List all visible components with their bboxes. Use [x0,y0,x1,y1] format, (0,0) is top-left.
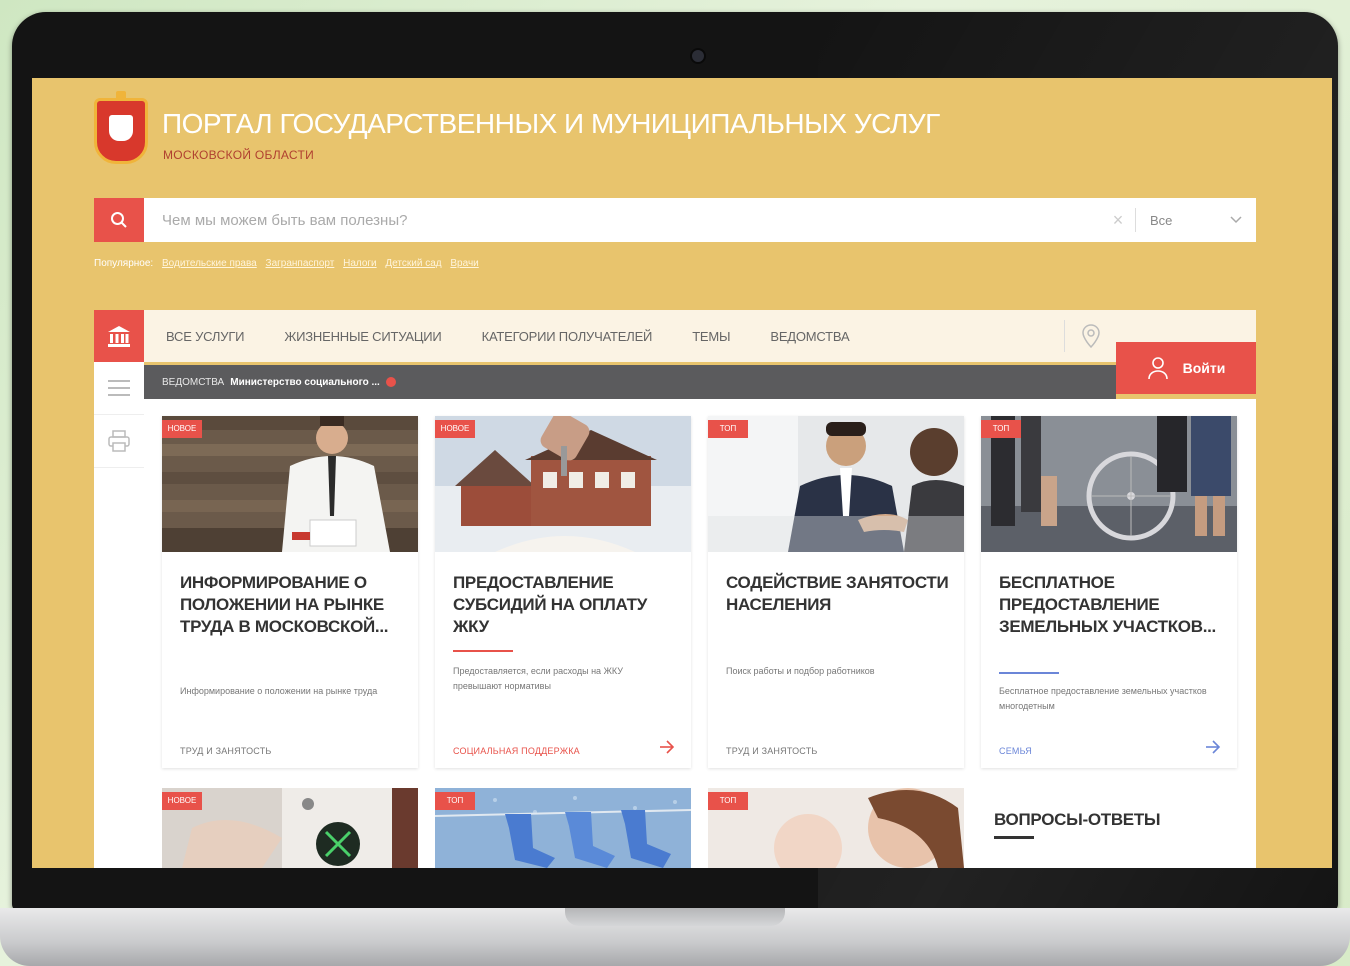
faq-underline [994,836,1034,839]
search-icon [111,212,127,228]
nav-topics[interactable]: ТЕМЫ [672,329,750,344]
card-title[interactable]: ПРЕДОСТАВЛЕНИЕ СУБСИДИЙ НА ОПЛАТУ ЖКУ [453,572,679,638]
home-button[interactable] [94,310,144,362]
card-tag: ТОП [981,420,1021,438]
card-category[interactable]: ТРУД И ЗАНЯТОСТЬ [180,746,272,756]
popular-label: Популярное: [94,258,154,269]
service-card[interactable]: НОВОЕ ИНФОРМИРОВАНИЕ О ПОЛОЖЕНИИ НА РЫНК… [162,416,418,768]
popular-link[interactable]: Детский сад [385,258,441,269]
card-description: Предоставляется, если расходы на ЖКУ пре… [453,666,623,691]
service-card[interactable]: НОВОЕ ПРЕДОСТАВЛЕНИЕ СУБСИДИЙ НА ОПЛАТУ … [435,416,691,768]
screen: ПОРТАЛ ГОСУДАРСТВЕННЫХ И МУНИЦИПАЛЬНЫХ У… [32,78,1332,868]
menu-button[interactable] [94,362,144,415]
site-subtitle: МОСКОВСКОЙ ОБЛАСТИ [163,148,315,162]
login-label: Войти [1182,360,1226,376]
search-bar: × Все [94,198,1256,242]
left-sidebar [94,362,144,868]
service-card[interactable]: ТОП СОДЕЙСТВИЕ ЗАНЯТОСТИ НАСЕЛЕНИЯ Поиск… [708,416,964,768]
service-card-partial[interactable]: НОВОЕ [162,788,418,868]
breadcrumb: ВЕДОМСТВА Министерство социального ... [144,365,1116,399]
coat-of-arms-logo[interactable] [94,91,148,164]
nav-departments[interactable]: ВЕДОМСТВА [750,329,869,344]
card-tag: НОВОЕ [435,420,475,438]
service-card-partial[interactable]: ТОП [435,788,691,868]
search-input[interactable] [144,198,1101,242]
popular-link[interactable]: Загранпаспорт [266,258,335,269]
nav-divider [1064,320,1065,352]
service-card[interactable]: ТОП БЕСПЛАТНОЕ ПРЕДОСТАВЛЕНИЕ ЗЕМЕЛЬНЫХ … [981,416,1237,768]
popular-link[interactable]: Налоги [343,258,377,269]
nav-all-services[interactable]: ВСЕ УСЛУГИ [144,329,264,344]
popular-link[interactable]: Врачи [450,258,478,269]
card-accent-line [999,672,1059,674]
laptop-notch [565,908,785,926]
nav-life-situations[interactable]: ЖИЗНЕННЫЕ СИТУАЦИИ [264,329,461,344]
card-description: Бесплатное предоставление земельных учас… [999,686,1207,711]
breadcrumb-current: Министерство социального ... [230,376,380,388]
arrow-right-icon[interactable] [659,740,675,754]
card-description: Поиск работы и подбор работников [726,666,875,676]
search-scope-value: Все [1150,212,1173,228]
site-title[interactable]: ПОРТАЛ ГОСУДАРСТВЕННЫХ И МУНИЦИПАЛЬНЫХ У… [162,108,940,140]
user-icon [1147,357,1168,380]
chevron-down-icon [1230,216,1242,224]
card-image-house-with-keys: НОВОЕ [435,416,691,552]
search-scope-select[interactable]: Все [1136,198,1256,242]
printer-button[interactable] [94,415,144,468]
card-image-man-with-papers: НОВОЕ [162,416,418,552]
card-tag: ТОП [708,792,748,810]
card-title[interactable]: БЕСПЛАТНОЕ ПРЕДОСТАВЛЕНИЕ ЗЕМЕЛЬНЫХ УЧАС… [999,572,1225,638]
card-title[interactable]: ИНФОРМИРОВАНИЕ О ПОЛОЖЕНИИ НА РЫНКЕ ТРУД… [180,572,406,638]
card-title[interactable]: СОДЕЙСТВИЕ ЗАНЯТОСТИ НАСЕЛЕНИЯ [726,572,952,616]
card-tag: НОВОЕ [162,792,202,810]
card-image-wheelchair: ТОП [981,416,1237,552]
building-icon [108,326,130,347]
card-accent-line [453,650,513,652]
location-pin-icon[interactable] [1082,324,1100,348]
main-nav: ВСЕ УСЛУГИ ЖИЗНЕННЫЕ СИТУАЦИИ КАТЕГОРИИ … [144,310,1256,362]
card-category[interactable]: СЕМЬЯ [999,746,1032,756]
search-button[interactable] [94,198,144,242]
card-category[interactable]: СОЦИАЛЬНАЯ ПОДДЕРЖКА [453,746,580,756]
card-tag: ТОП [708,420,748,438]
popular-link[interactable]: Водительские права [162,258,257,269]
card-description: Информирование о положении на рынке труд… [180,686,378,696]
camera-icon [690,48,706,64]
card-tag: ТОП [435,792,475,810]
faq-card[interactable]: ВОПРОСЫ-ОТВЕТЫ [980,788,1236,868]
breadcrumb-prefix[interactable]: ВЕДОМСТВА [162,377,224,388]
service-card-partial[interactable]: ТОП [708,788,964,868]
arrow-right-icon[interactable] [1205,740,1221,754]
hamburger-icon [108,380,130,396]
card-tag: НОВОЕ [162,420,202,438]
printer-icon [108,430,130,452]
card-image-handshake: ТОП [708,416,964,552]
clear-search-icon[interactable]: × [1101,198,1135,242]
card-category[interactable]: ТРУД И ЗАНЯТОСТЬ [726,746,818,756]
popular-searches: Популярное: Водительские права Загранпас… [94,258,485,269]
faq-title[interactable]: ВОПРОСЫ-ОТВЕТЫ [994,810,1161,830]
breadcrumb-close-badge[interactable] [385,377,396,387]
nav-recipient-categories[interactable]: КАТЕГОРИИ ПОЛУЧАТЕЛЕЙ [462,329,673,344]
login-button[interactable]: Войти [1116,342,1256,394]
